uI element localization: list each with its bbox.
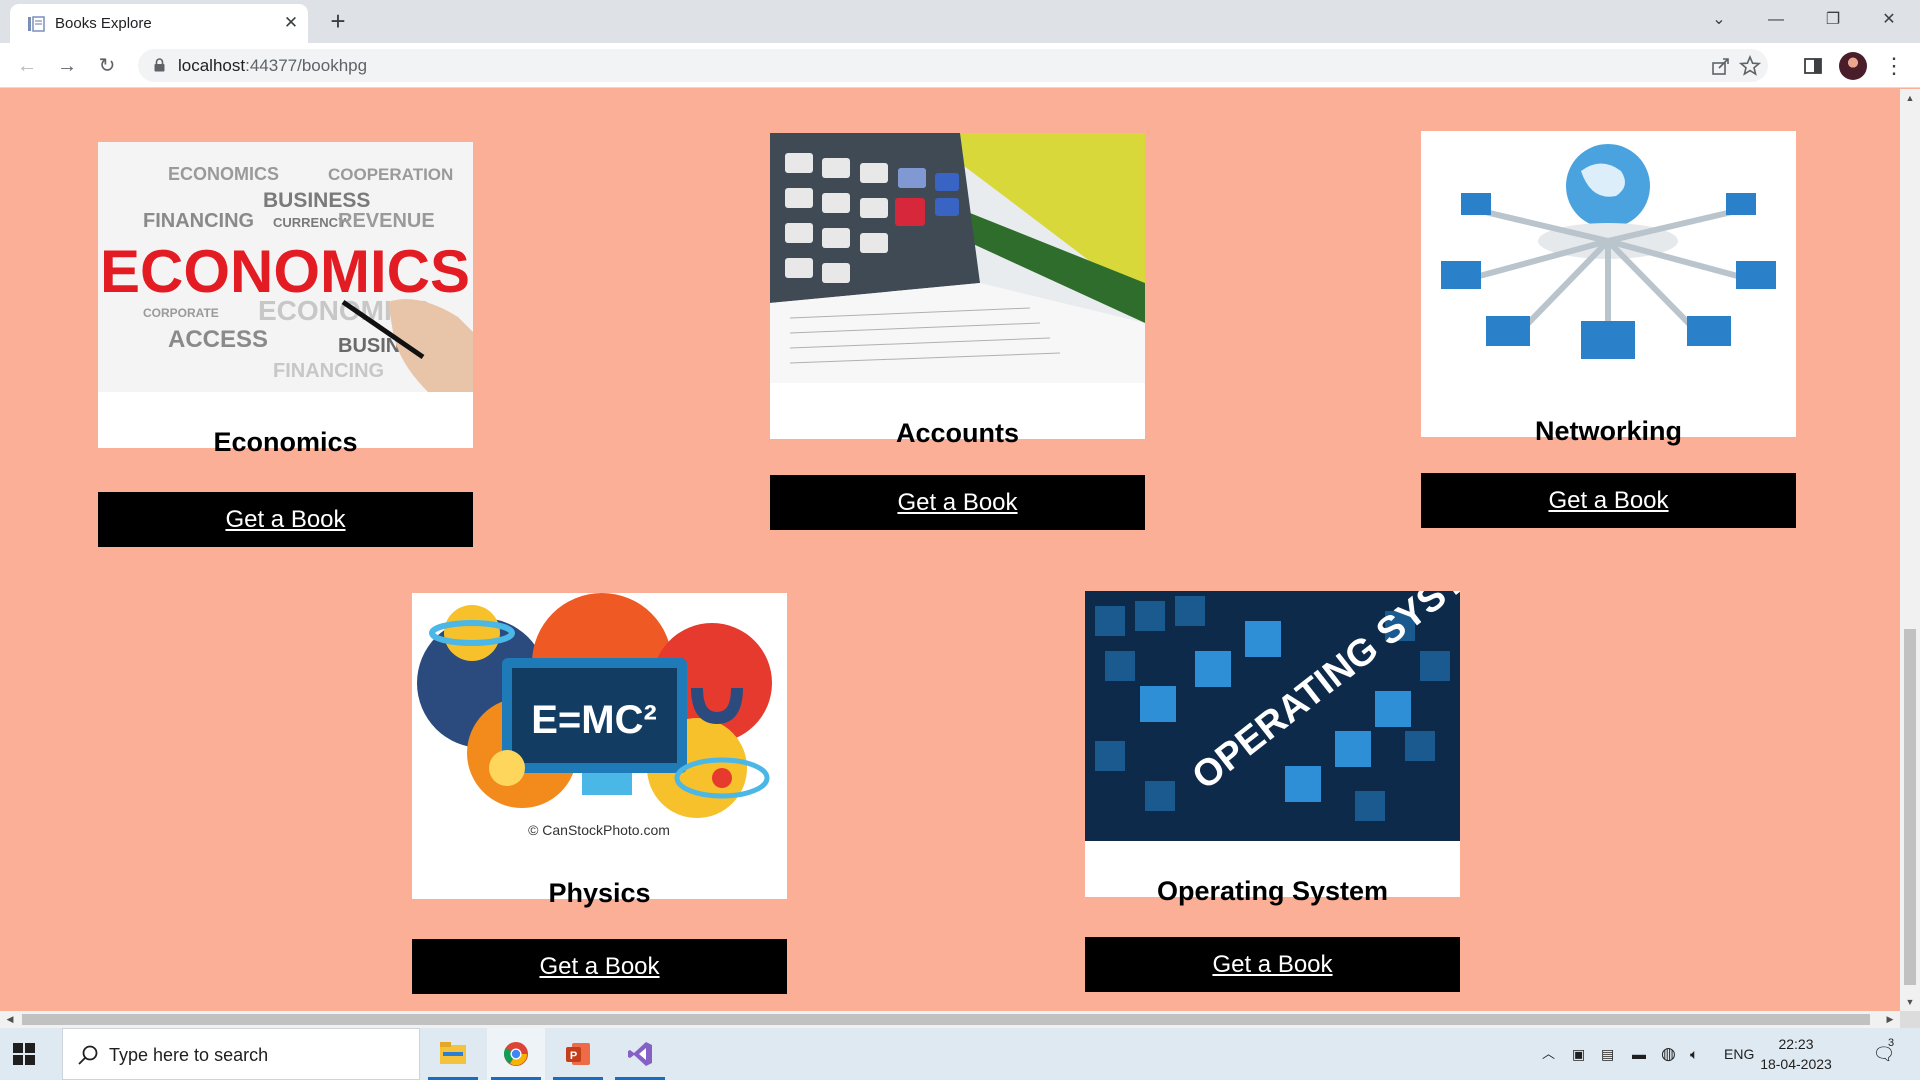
svg-text:FINANCING: FINANCING <box>273 360 384 382</box>
scroll-down-icon[interactable]: ▼ <box>1900 993 1920 1011</box>
book-title: Networking <box>1534 416 1682 446</box>
volume-icon[interactable]: 🔈︎ <box>1690 1028 1698 1080</box>
economics-image: ECONOMICS COOPERATION BUSINESS FINANCING… <box>98 142 473 392</box>
taskbar: Type here to search P ︿ ▣ ▤ ▬ ◍ 🔈︎ ENG 2… <box>0 1028 1920 1080</box>
physics-image-credit: © CanStockPhoto.com <box>528 822 670 838</box>
notification-count-badge: 3 <box>1888 1037 1895 1049</box>
search-icon <box>78 1045 98 1065</box>
svg-text:COOPERATION: COOPERATION <box>328 165 453 184</box>
notifications-icon[interactable]: 🗨︎ 3 <box>1866 1028 1902 1080</box>
tab-search-chevron-icon[interactable]: ⌄ <box>1692 0 1746 40</box>
taskbar-search-box[interactable]: Type here to search <box>62 1028 420 1080</box>
get-book-link[interactable]: Get a Book <box>225 506 345 533</box>
get-book-link[interactable]: Get a Book <box>539 953 659 980</box>
get-book-button-economics: Get a Book <box>98 492 473 547</box>
browser-toolbar: ← → ↻ localhost:44377/bookhpg ⋮ <box>0 43 1920 88</box>
svg-text:ACCESS: ACCESS <box>168 326 268 353</box>
close-window-button[interactable]: ✕ <box>1862 0 1916 40</box>
lock-icon[interactable] <box>154 58 165 72</box>
show-hidden-icons-chevron-icon[interactable]: ︿ <box>1542 1028 1555 1080</box>
file-explorer-taskbar-icon[interactable] <box>424 1028 482 1080</box>
vertical-scroll-thumb[interactable] <box>1904 629 1916 985</box>
url-text: localhost:44377/bookhpg <box>178 56 368 75</box>
page-favicon-icon <box>28 16 45 32</box>
battery-icon[interactable]: ▬ <box>1632 1028 1646 1080</box>
profile-avatar[interactable] <box>1839 52 1867 80</box>
physics-image-formula: E=MC² <box>531 698 657 742</box>
get-book-button-accounts: Get a Book <box>770 475 1145 530</box>
book-card-networking: Networking Get a Book <box>1421 131 1796 528</box>
clock[interactable]: 22:23 18-04-2023 <box>1760 1034 1832 1074</box>
economics-image-word: ECONOMICS <box>100 238 470 305</box>
chrome-taskbar-icon[interactable] <box>487 1028 545 1080</box>
reload-button[interactable]: ↻ <box>92 51 122 81</box>
visual-studio-taskbar-icon[interactable] <box>611 1028 669 1080</box>
vertical-scrollbar[interactable]: ▲ ▼ <box>1900 89 1920 1011</box>
restore-button[interactable]: ❐ <box>1806 0 1860 40</box>
network-globe-icon[interactable]: ◍ <box>1661 1028 1676 1080</box>
book-card-economics: ECONOMICS COOPERATION BUSINESS FINANCING… <box>98 142 473 547</box>
book-card-operating-system: OPERATING SYSTEM Operating System Get a … <box>1085 591 1460 992</box>
scroll-right-icon[interactable]: ▶ <box>1880 1011 1900 1028</box>
task-manager-tray-icon[interactable]: ▤ <box>1601 1028 1614 1080</box>
share-icon[interactable] <box>1710 55 1732 77</box>
get-book-button-physics: Get a Book <box>412 939 787 994</box>
clock-date: 18-04-2023 <box>1760 1056 1832 1072</box>
book-title: Accounts <box>895 418 1020 448</box>
networking-image <box>1421 131 1796 381</box>
operating-system-image: OPERATING SYSTEM <box>1085 591 1460 841</box>
book-card-accounts: Accounts Get a Book <box>770 133 1145 530</box>
book-card-physics: E=MC² © CanStockPhoto.com Physics Get a … <box>412 593 787 994</box>
page-viewport: ECONOMICS COOPERATION BUSINESS FINANCING… <box>0 89 1900 1011</box>
horizontal-scroll-thumb[interactable] <box>22 1014 1870 1025</box>
powerpoint-taskbar-icon[interactable]: P <box>549 1028 607 1080</box>
tab-books-explore[interactable]: Books Explore ✕ <box>10 4 308 43</box>
search-placeholder: Type here to search <box>109 1045 269 1065</box>
get-book-link[interactable]: Get a Book <box>1212 951 1332 978</box>
back-button[interactable]: ← <box>12 51 42 81</box>
book-title: Physics <box>548 878 651 908</box>
get-book-button-operating-system: Get a Book <box>1085 937 1460 992</box>
svg-text:CURRENCY: CURRENCY <box>273 215 347 230</box>
scroll-left-icon[interactable]: ◀ <box>0 1011 20 1028</box>
physics-image: E=MC² © CanStockPhoto.com <box>412 593 787 843</box>
get-book-link[interactable]: Get a Book <box>1548 487 1668 514</box>
get-book-button-networking: Get a Book <box>1421 473 1796 528</box>
forward-button[interactable]: → <box>52 51 82 81</box>
address-bar[interactable]: localhost:44377/bookhpg <box>138 49 1768 82</box>
book-title: Economics <box>213 427 358 457</box>
windows-start-icon[interactable] <box>12 1042 36 1066</box>
tab-title: Books Explore <box>55 15 152 32</box>
browser-menu-icon[interactable]: ⋮ <box>1879 51 1909 81</box>
horizontal-scrollbar[interactable]: ◀ ▶ <box>0 1011 1900 1028</box>
svg-text:FINANCING: FINANCING <box>143 210 254 232</box>
accounts-image <box>770 133 1145 383</box>
svg-text:ECONOMICS: ECONOMICS <box>168 164 279 184</box>
svg-text:REVENUE: REVENUE <box>338 210 435 232</box>
new-tab-button[interactable]: + <box>324 7 352 35</box>
tab-close-icon[interactable]: ✕ <box>281 13 301 33</box>
svg-text:BUSINESS: BUSINESS <box>263 189 370 212</box>
get-book-link[interactable]: Get a Book <box>897 489 1017 516</box>
scrollbar-corner <box>1900 1011 1920 1028</box>
bookmark-star-icon[interactable] <box>1739 55 1761 77</box>
minimize-button[interactable]: — <box>1749 0 1803 40</box>
svg-text:P: P <box>570 1050 577 1062</box>
svg-text:CORPORATE: CORPORATE <box>143 306 219 320</box>
clock-time: 22:23 <box>1778 1036 1814 1052</box>
meet-now-icon[interactable]: ▣ <box>1572 1028 1585 1080</box>
language-indicator[interactable]: ENG <box>1724 1028 1754 1080</box>
side-panel-icon[interactable] <box>1801 54 1825 78</box>
tab-strip: Books Explore ✕ + ⌄ — ❐ ✕ <box>0 0 1920 43</box>
scroll-up-icon[interactable]: ▲ <box>1900 89 1920 107</box>
book-title: Operating System <box>1156 876 1389 906</box>
